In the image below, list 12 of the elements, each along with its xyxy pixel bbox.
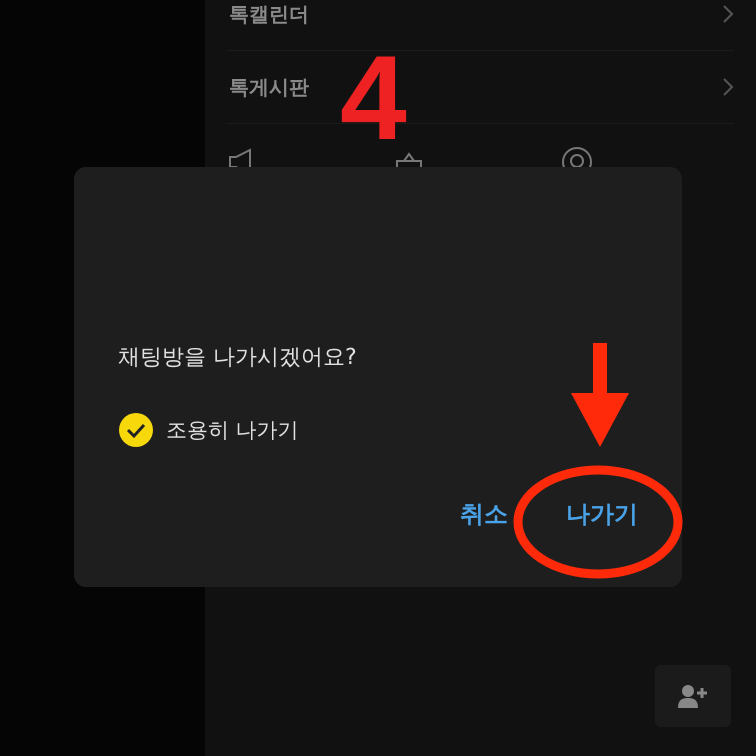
- add-person-icon: [678, 684, 708, 708]
- step-number: 4: [340, 38, 407, 158]
- menu-item-label[interactable]: 톡캘린더: [229, 0, 309, 28]
- menu-item-label[interactable]: 톡게시판: [229, 74, 309, 100]
- checkbox-label[interactable]: 조용히 나가기: [166, 416, 299, 444]
- chevron-right-icon: [722, 77, 734, 97]
- dialog-button[interactable]: 취소: [460, 494, 508, 534]
- add-friend-button[interactable]: [655, 665, 731, 727]
- dialog-button[interactable]: 나가기: [566, 494, 638, 534]
- chevron-right-icon: [722, 4, 734, 24]
- dialog-title: 채팅방을 나가시겠어요?: [118, 344, 358, 372]
- checkbox[interactable]: [118, 412, 154, 448]
